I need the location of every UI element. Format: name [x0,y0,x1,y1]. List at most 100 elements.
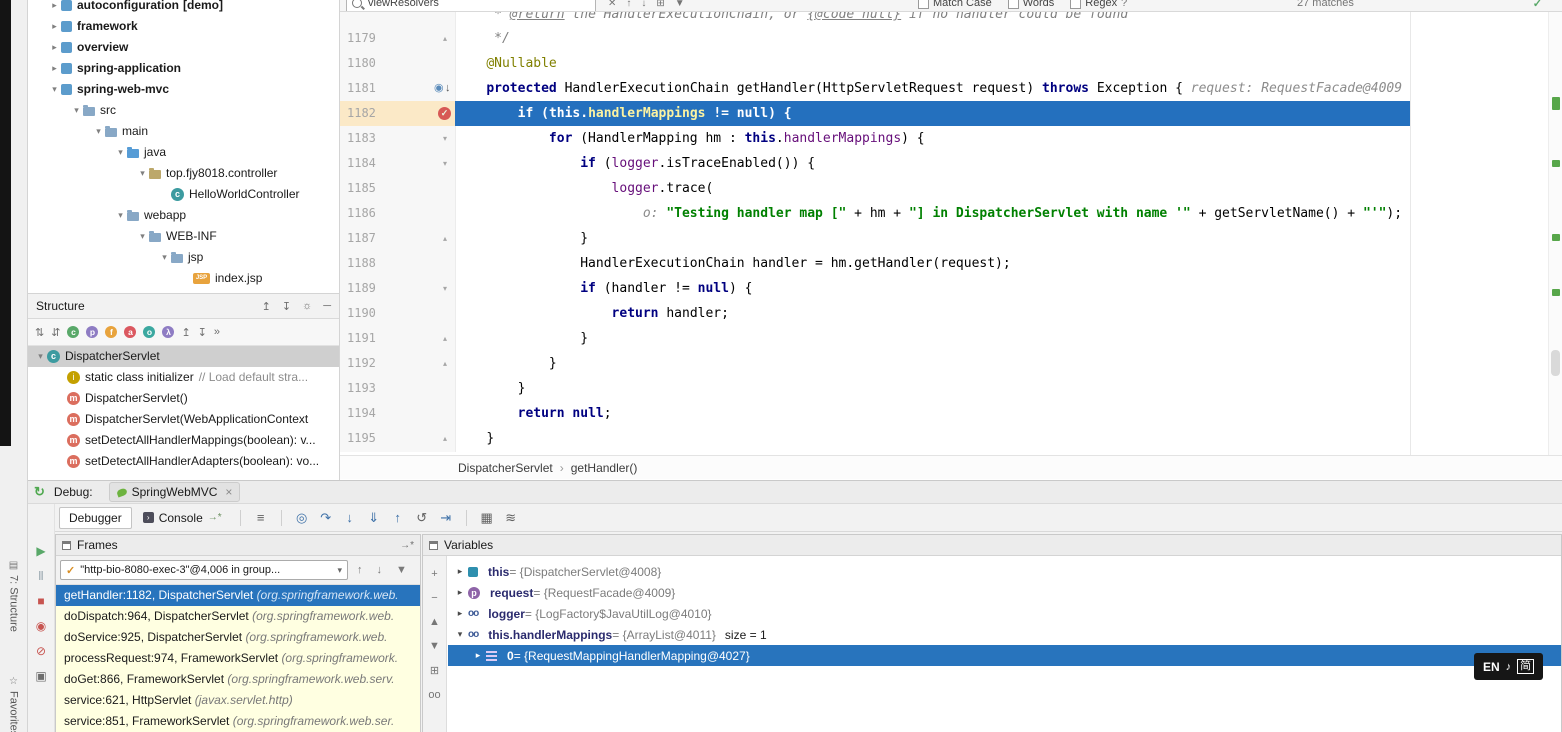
stripe-mark[interactable] [1552,234,1560,241]
project-tree-item[interactable]: ▾src [28,100,339,121]
chevron-down-icon[interactable]: ▾ [48,79,61,100]
chevron-right-icon[interactable]: ▸ [452,566,468,577]
code-line[interactable]: 1186 o: "Testing handler map [" + hm + "… [340,201,1562,226]
structure-item[interactable]: istatic class initializer// Load default… [28,367,339,388]
chevron-right-icon[interactable]: ▸ [48,37,61,58]
show-non-public-icon[interactable]: a [124,326,136,338]
frame-down-icon[interactable]: ↓ [377,564,383,576]
more-options-icon[interactable]: » [214,326,220,338]
stack-frame[interactable]: getHandler:1182, DispatcherServlet (org.… [56,585,420,606]
tab-debugger[interactable]: Debugger [59,507,132,529]
project-tree-item[interactable]: ▾top.fjy8018.controller [28,163,339,184]
view-as-table-icon[interactable]: ▦ [476,510,498,526]
code-editor[interactable]: * @return the HandlerExecutionChain, or … [340,12,1562,451]
scrollbar-thumb[interactable] [1551,350,1560,376]
project-tree-item[interactable]: ▸overview [28,37,339,58]
chevron-right-icon[interactable]: ▸ [48,0,61,16]
stack-frame[interactable]: service:851, FrameworkServlet (org.sprin… [56,711,420,732]
toolwindow-button[interactable]: ▤7: Structure [0,560,27,632]
chevron-down-icon[interactable]: ▾ [452,629,468,640]
show-execution-point-icon[interactable]: ◎ [291,510,313,526]
project-tree-item[interactable]: cHelloWorldController [28,184,339,205]
code-line[interactable]: 1193 } [340,376,1562,401]
find-option[interactable]: Words [1008,0,1055,9]
open-results-icon[interactable]: ⊞ [656,0,664,9]
chevron-down-icon[interactable]: ▾ [114,205,127,226]
regex-help-icon[interactable]: ? [1121,0,1127,9]
project-tree-item[interactable]: JSPindex.jsp [28,268,339,289]
threads-view-icon[interactable]: ≡ [250,510,272,525]
previous-occurrence-icon[interactable]: ↑ [626,0,631,9]
code-line[interactable]: 1187▴ } [340,226,1562,251]
variable-row[interactable]: ▸oologger = {LogFactory$JavaUtilLog@4010… [448,603,1561,624]
layout-settings-icon[interactable]: ≋ [500,510,522,526]
show-lambdas-icon[interactable]: λ [162,326,174,338]
show-anonymous-icon[interactable]: o [143,326,155,338]
settings-icon[interactable]: ☼ [302,300,312,313]
close-icon[interactable]: × [225,485,232,499]
project-tree-item[interactable]: ▸spring-application [28,58,339,79]
move-down-icon[interactable]: ▼ [429,640,440,652]
fold-close-icon[interactable]: ▴ [443,426,447,451]
project-tree-item[interactable]: ▸framework [28,16,339,37]
chevron-down-icon[interactable]: ▾ [114,142,127,163]
code-line[interactable]: 1180 @Nullable [340,51,1562,76]
stack-frame[interactable]: doGet:866, FrameworkServlet (org.springf… [56,669,420,690]
project-tree-item[interactable]: ▾java [28,142,339,163]
force-step-into-icon[interactable]: ⇓ [363,510,385,526]
next-occurrence-icon[interactable]: ↓ [641,0,646,9]
view-breakpoints-icon[interactable]: ◉ [36,619,46,633]
frame-up-icon[interactable]: ↑ [357,564,363,576]
project-tree-item[interactable]: ▾main [28,121,339,142]
code-line[interactable]: 1179▴ */ [340,26,1562,51]
stack-frame[interactable]: doDispatch:964, DispatcherServlet (org.s… [56,606,420,627]
tab-console[interactable]: ›Console→* [134,508,231,528]
structure-item[interactable]: ▾cDispatcherServlet [28,346,339,367]
expand-all-icon[interactable]: ↥ [262,300,271,313]
structure-item[interactable]: msetDetectAllHandlerAdapters(boolean): v… [28,451,339,472]
chevron-down-icon[interactable]: ▾ [136,226,149,247]
chevron-right-icon[interactable]: ▸ [48,16,61,37]
code-line[interactable]: 1194 return null; [340,401,1562,426]
structure-item[interactable]: msetDetectAllHandlerMappings(boolean): v… [28,430,339,451]
code-line[interactable]: 1191▴ } [340,326,1562,351]
breadcrumb-item[interactable]: DispatcherServlet [458,461,553,475]
search-input[interactable]: viewResolvers [346,0,596,12]
remove-watch-icon[interactable]: − [431,592,437,604]
variable-row[interactable]: ▸0 = {RequestMappingHandlerMapping@4027} [448,645,1561,666]
code-line[interactable]: 1192▴ } [340,351,1562,376]
project-tree-item[interactable]: ▸autoconfiguration[demo] [28,0,339,16]
variable-row[interactable]: ▸prequest = {RequestFacade@4009} [448,582,1561,603]
checkbox-icon[interactable] [1008,0,1019,9]
chevron-right-icon[interactable]: ▸ [452,587,468,598]
find-option[interactable]: Regex? [1070,0,1127,9]
show-fields-icon[interactable]: f [105,326,117,338]
navigate-down-icon[interactable]: ↓ [445,76,451,101]
breakpoint-hit-icon[interactable]: ✓ [438,107,451,120]
chevron-right-icon[interactable]: ▸ [470,650,486,661]
drop-frame-icon[interactable]: ↺ [411,510,433,526]
watches-icon[interactable]: oo [428,689,440,701]
code-line[interactable]: * @return the HandlerExecutionChain, or … [340,12,1562,26]
fold-open-icon[interactable]: ▾ [443,276,447,301]
code-line[interactable]: 1190 return handler; [340,301,1562,326]
stack-frame[interactable]: processRequest:974, FrameworkServlet (or… [56,648,420,669]
code-line[interactable]: 1182✓ if (this.handlerMappings != null) … [340,101,1562,126]
fold-open-icon[interactable]: ▾ [443,126,447,151]
frames-header-actions[interactable]: →* [400,540,414,551]
run-to-cursor-icon[interactable]: ⇥ [435,510,457,526]
stack-frame[interactable]: service:621, HttpServlet (javax.servlet.… [56,690,420,711]
expand-all-icon[interactable]: ↥ [181,326,190,339]
find-option[interactable]: Match Case [918,0,992,9]
collapse-all-icon[interactable]: ↧ [198,326,207,339]
stripe-mark[interactable] [1552,289,1560,296]
project-tree-item[interactable]: ▾spring-web-mvc [28,79,339,100]
chevron-down-icon[interactable]: ▾ [70,100,83,121]
step-into-icon[interactable]: ↓ [339,510,361,525]
stop-icon[interactable]: ■ [37,594,44,608]
project-tree-item[interactable]: ▾webapp [28,205,339,226]
toolwindow-button[interactable]: ☆Favorites [0,676,27,732]
code-line[interactable]: 1188 HandlerExecutionChain handler = hm.… [340,251,1562,276]
chevron-down-icon[interactable]: ▾ [34,346,47,367]
hide-panel-icon[interactable]: ─ [323,300,331,313]
